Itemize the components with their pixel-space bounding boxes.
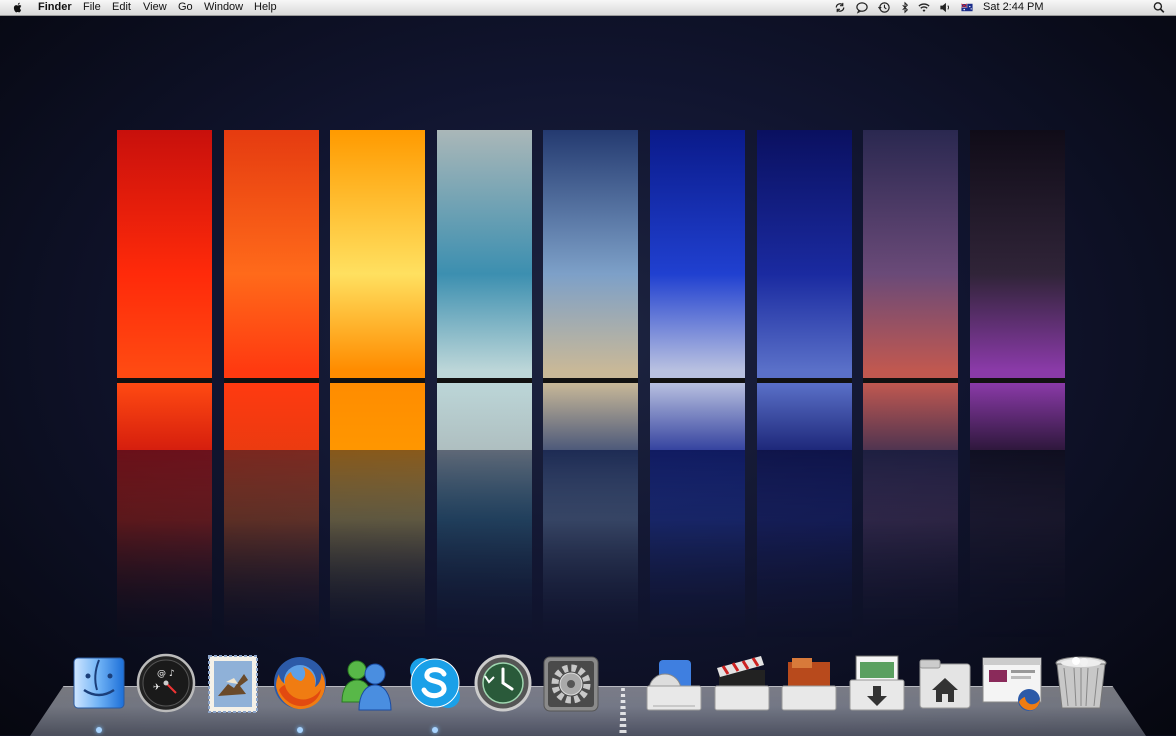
dock-time-machine[interactable] bbox=[472, 652, 534, 714]
messenger-buddies-icon bbox=[341, 660, 392, 711]
menu-file[interactable]: File bbox=[83, 1, 101, 14]
clapperboard-icon bbox=[714, 656, 770, 711]
wifi-icon[interactable] bbox=[917, 1, 931, 14]
apple-menu-icon[interactable] bbox=[11, 1, 25, 14]
wallpaper-panel-navy-mountain bbox=[757, 130, 852, 450]
spotlight-search-icon[interactable] bbox=[1152, 1, 1166, 14]
panel-water bbox=[117, 383, 212, 450]
menu-edit[interactable]: Edit bbox=[112, 1, 131, 14]
dock-movies-stack[interactable] bbox=[711, 652, 773, 714]
time-machine-clock-icon bbox=[474, 654, 532, 712]
dock-skype[interactable] bbox=[404, 652, 466, 714]
firefox-running-indicator bbox=[297, 727, 303, 733]
wallpaper-reflection-cyan-coast bbox=[437, 450, 532, 650]
app-menu-finder[interactable]: Finder bbox=[38, 1, 72, 14]
panel-water bbox=[757, 383, 852, 450]
bluetooth-icon[interactable] bbox=[898, 1, 912, 14]
menu-go[interactable]: Go bbox=[178, 1, 193, 14]
dock-trash[interactable] bbox=[1050, 652, 1112, 714]
panel-water bbox=[330, 383, 425, 450]
finder-icon bbox=[73, 657, 125, 709]
dock-documents-stack[interactable] bbox=[778, 652, 840, 714]
browser-window-icon bbox=[982, 657, 1042, 711]
applications-folder-icon bbox=[646, 660, 702, 711]
wallpaper-panel-cyan-coast bbox=[437, 130, 532, 450]
wallpaper-panel-red-sunset bbox=[117, 130, 212, 450]
wallpaper-panel-purple-dusk bbox=[863, 130, 958, 450]
wallpaper-panel-yellow-sunset bbox=[330, 130, 425, 450]
dashboard-icon: @ ♪ ✈ bbox=[136, 653, 196, 713]
wallpaper-reflection-purple-dusk bbox=[863, 450, 958, 650]
trash-icon bbox=[1055, 656, 1107, 709]
dock-home-stack[interactable] bbox=[914, 652, 976, 714]
wallpaper-panel-blue-clouds bbox=[543, 130, 638, 450]
home-icon bbox=[919, 659, 971, 709]
dock-dashboard[interactable]: @ ♪ ✈ bbox=[135, 652, 197, 714]
wallpaper-reflection-yellow-sunset bbox=[330, 450, 425, 650]
dock-applications-stack[interactable] bbox=[643, 652, 705, 714]
wallpaper-reflection-deep-blue bbox=[650, 450, 745, 650]
downloads-icon bbox=[849, 655, 905, 711]
wallpaper-panel-orange-sunset bbox=[224, 130, 319, 450]
menu-clock[interactable]: Sat 2:44 PM bbox=[983, 1, 1044, 14]
dock-firefox-window[interactable] bbox=[981, 652, 1043, 714]
dock-finder[interactable] bbox=[68, 652, 130, 714]
wallpaper-reflection-violet-night bbox=[970, 450, 1065, 650]
dock-system-preferences[interactable] bbox=[540, 652, 602, 714]
svg-text:♪: ♪ bbox=[169, 669, 175, 679]
panel-water bbox=[863, 383, 958, 450]
document-folder-icon bbox=[781, 658, 837, 711]
volume-icon[interactable] bbox=[938, 1, 952, 14]
firefox-icon bbox=[274, 657, 326, 710]
mail-stamp-icon bbox=[208, 655, 258, 713]
wallpaper-panel-violet-night bbox=[970, 130, 1065, 450]
menu-bar: Finder File Edit View Go Window Help Sat… bbox=[0, 0, 1176, 16]
wallpaper-reflection-red-sunset bbox=[117, 450, 212, 650]
menu-window[interactable]: Window bbox=[204, 1, 243, 14]
desktop[interactable] bbox=[0, 16, 1176, 735]
panel-water bbox=[543, 383, 638, 450]
wallpaper-panel-deep-blue bbox=[650, 130, 745, 450]
chat-bubble-icon[interactable] bbox=[855, 1, 869, 14]
dock-downloads-stack[interactable] bbox=[846, 652, 908, 714]
finder-running-indicator bbox=[96, 727, 102, 733]
input-flag-icon[interactable] bbox=[960, 1, 974, 14]
dock-messenger[interactable] bbox=[337, 652, 399, 714]
sync-icon[interactable] bbox=[833, 1, 847, 14]
menu-view[interactable]: View bbox=[143, 1, 167, 14]
skype-running-indicator bbox=[432, 727, 438, 733]
time-machine-icon[interactable] bbox=[877, 1, 891, 14]
wallpaper-reflection-orange-sunset bbox=[224, 450, 319, 650]
panel-water bbox=[650, 383, 745, 450]
dock-firefox[interactable] bbox=[269, 652, 331, 714]
skype-icon bbox=[410, 658, 460, 708]
dock-mail[interactable] bbox=[202, 652, 264, 714]
panel-water bbox=[437, 383, 532, 450]
panel-water bbox=[970, 383, 1065, 450]
svg-text:@: @ bbox=[157, 669, 166, 679]
wallpaper-reflection-blue-clouds bbox=[543, 450, 638, 650]
panel-water bbox=[224, 383, 319, 450]
wallpaper-reflection-navy-mountain bbox=[757, 450, 852, 650]
svg-text:✈: ✈ bbox=[153, 683, 161, 693]
gear-icon bbox=[543, 656, 599, 712]
menu-help[interactable]: Help bbox=[254, 1, 277, 14]
